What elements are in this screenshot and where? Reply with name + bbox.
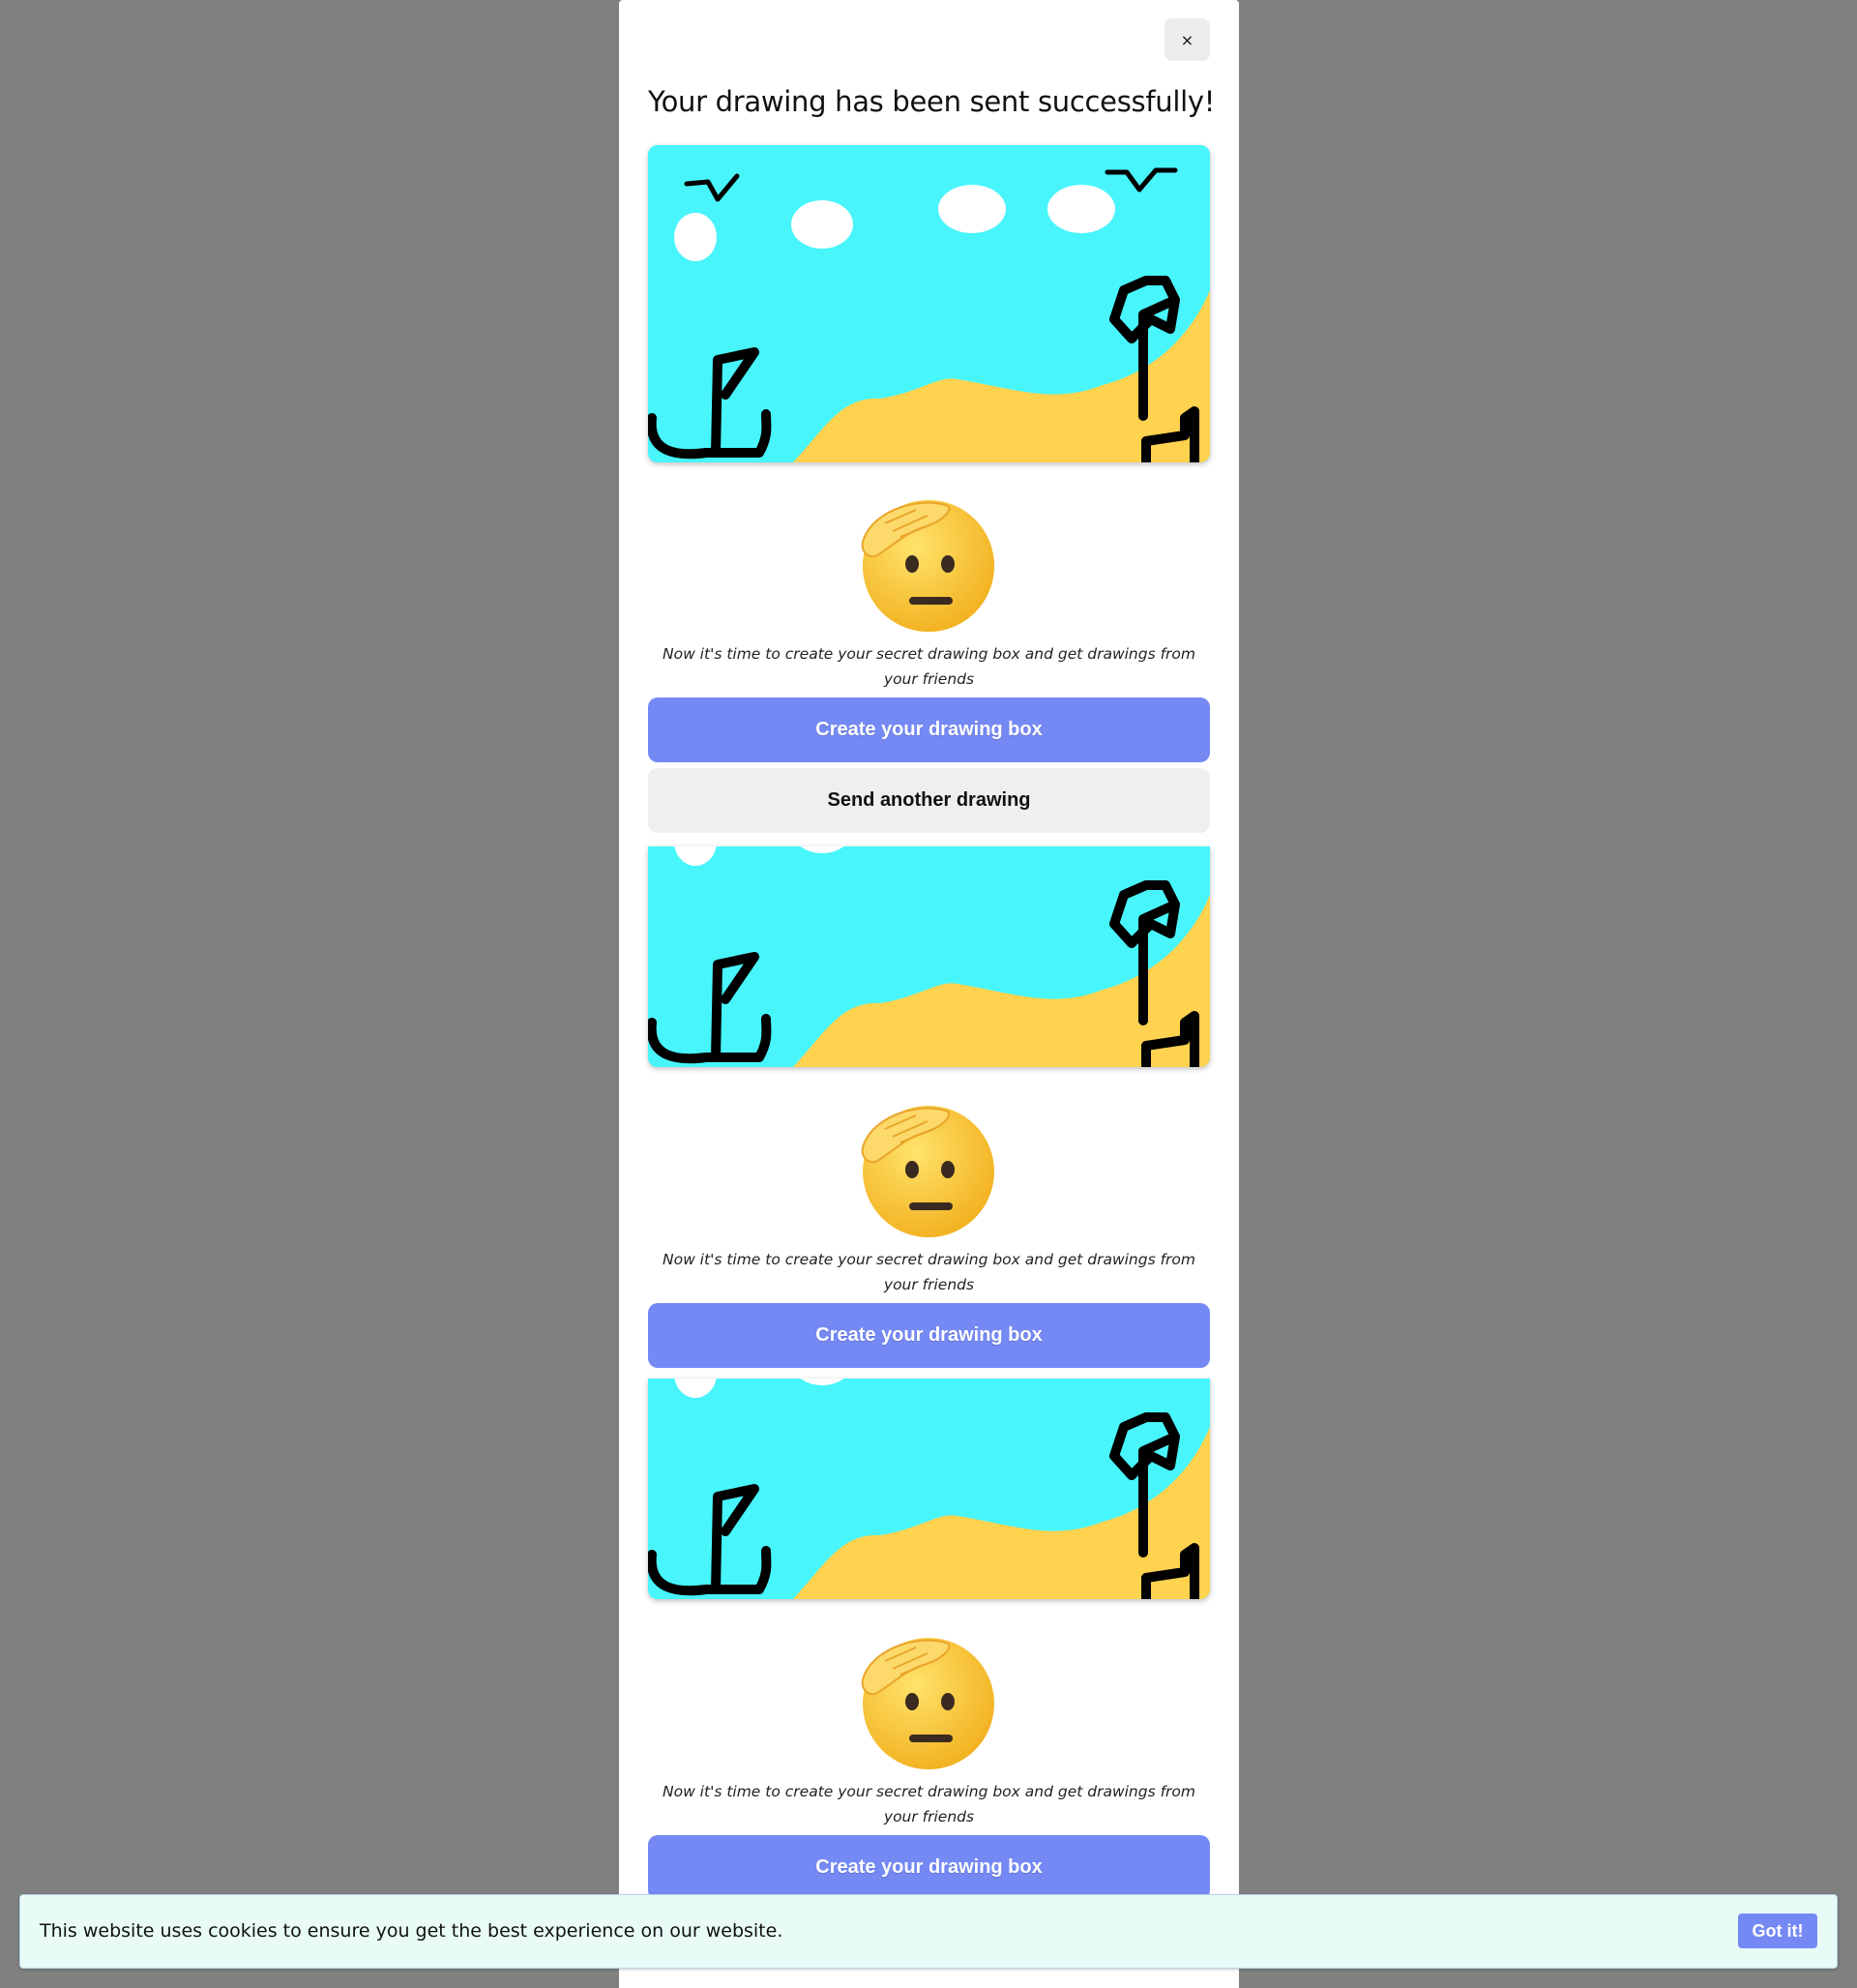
saluting-face-icon	[861, 1106, 994, 1237]
send-another-drawing-button[interactable]: Send another drawing	[648, 768, 1210, 833]
create-box-message: Now it's time to create your secret draw…	[663, 1783, 1195, 1825]
saluting-face-icon	[861, 1638, 994, 1769]
create-drawing-box-button[interactable]: Create your drawing box	[648, 1835, 1210, 1900]
create-drawing-box-button[interactable]: Create your drawing box	[648, 1303, 1210, 1368]
saluting-face-icon	[861, 500, 994, 632]
cookie-message: This website uses cookies to ensure you …	[40, 1920, 783, 1942]
create-drawing-box-button[interactable]: Create your drawing box	[648, 697, 1210, 762]
close-button[interactable]: ×	[1164, 18, 1210, 61]
success-modal: × Your drawing has been sent successfull…	[619, 0, 1239, 1988]
cookie-banner: This website uses cookies to ensure you …	[19, 1894, 1838, 1969]
drawing-image	[648, 1379, 1210, 1599]
create-box-message: Now it's time to create your secret draw…	[663, 645, 1195, 688]
drawing-image	[648, 145, 1210, 462]
close-icon: ×	[1180, 30, 1194, 49]
drawing-image	[648, 846, 1210, 1067]
modal-title: Your drawing has been sent successfully!	[648, 85, 1216, 118]
create-box-message: Now it's time to create your secret draw…	[663, 1251, 1195, 1293]
cookie-accept-button[interactable]: Got it!	[1738, 1914, 1817, 1948]
